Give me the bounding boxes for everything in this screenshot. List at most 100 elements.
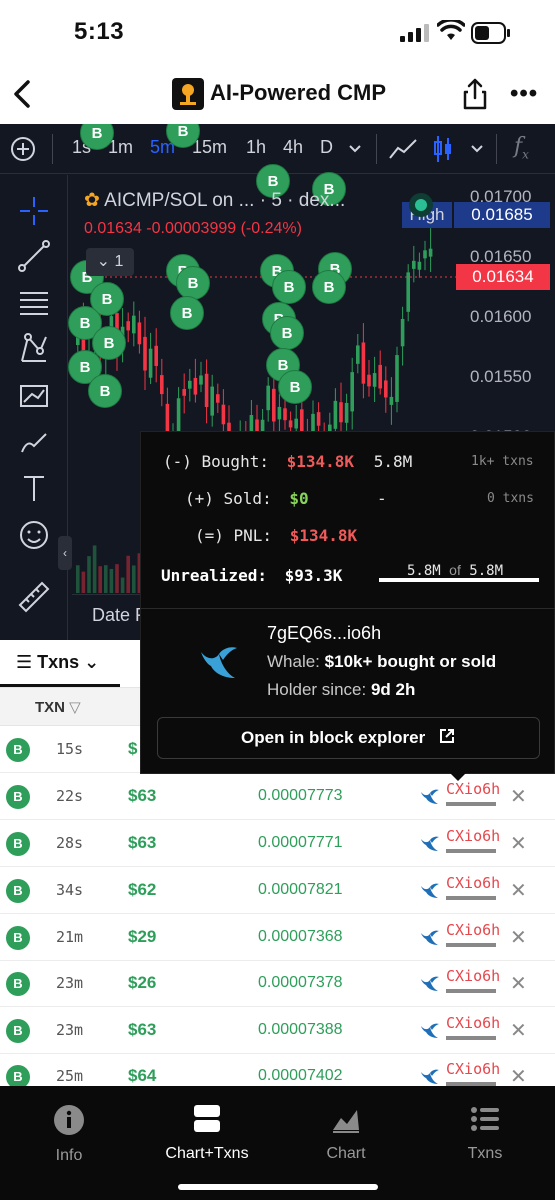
whale-icon: [421, 789, 439, 804]
symbol-legend[interactable]: ✿ AICMP/SOL on ... · 5 · dex...: [84, 189, 345, 212]
text-tool-icon[interactable]: [16, 471, 52, 507]
candle: [160, 375, 164, 395]
candlestick-icon[interactable]: [432, 134, 454, 164]
buy-marker[interactable]: B: [278, 370, 312, 404]
holding-fraction: 5.8M of 5.8M: [407, 562, 503, 579]
candle: [126, 321, 130, 331]
filter-icon[interactable]: ▽: [69, 699, 81, 716]
ruler-icon[interactable]: [16, 579, 52, 615]
maker-holding-bar: [446, 943, 496, 947]
buy-badge: B: [6, 785, 30, 809]
trader-address[interactable]: 7gEQ6s...io6h: [267, 623, 381, 644]
page-title: AI-Powered CMP: [210, 80, 387, 105]
txns-tab[interactable]: ☰ Txns ⌄: [16, 652, 99, 673]
fib-retracement-icon[interactable]: [16, 285, 52, 321]
maker-address[interactable]: CXio6h: [446, 1014, 500, 1032]
maker-address[interactable]: CXio6h: [446, 874, 500, 892]
table-row[interactable]: B 21m $29 0.00007368 CXio6h ✕: [0, 915, 555, 961]
sold-txns: 0 txns: [487, 491, 534, 506]
more-options-icon[interactable]: •••: [510, 80, 538, 108]
status-bar: 5:13: [0, 0, 555, 66]
unrealized-value: $93.3K: [284, 566, 343, 585]
buy-marker[interactable]: B: [170, 296, 204, 330]
emoji-icon[interactable]: [16, 517, 52, 553]
volume-bar: [126, 555, 130, 593]
remove-filter-icon[interactable]: ✕: [510, 1018, 527, 1043]
pattern-icon[interactable]: [16, 331, 52, 367]
whale-icon: [201, 647, 237, 678]
txn-price: 0.00007771: [258, 834, 343, 851]
txn-price: 0.00007773: [258, 787, 343, 804]
maker-address[interactable]: CXio6h: [446, 1060, 500, 1078]
table-row[interactable]: B 22s $63 0.00007773 CXio6h ✕: [0, 774, 555, 820]
add-indicator-icon[interactable]: [10, 136, 36, 162]
txn-price: 0.00007821: [258, 881, 343, 898]
nav-txns[interactable]: Txns: [416, 1104, 554, 1163]
prediction-icon[interactable]: [16, 378, 52, 414]
remove-filter-icon[interactable]: ✕: [510, 878, 527, 903]
line-chart-type-icon[interactable]: [388, 136, 418, 162]
volume-bar: [104, 565, 108, 593]
candle: [294, 418, 298, 429]
buy-marker[interactable]: B: [270, 316, 304, 350]
maker-address[interactable]: CXio6h: [446, 827, 500, 845]
price-tick: 0.01600: [470, 307, 532, 326]
maker-holding-bar: [446, 849, 496, 853]
timeframe-d[interactable]: D: [320, 137, 333, 158]
nav-info[interactable]: Info: [0, 1104, 138, 1165]
timeframe-4h[interactable]: 4h: [283, 137, 303, 158]
chevron-down-icon[interactable]: [348, 144, 362, 154]
table-row[interactable]: B 28s $63 0.00007771 CXio6h ✕: [0, 821, 555, 867]
whale-icon: [421, 883, 439, 898]
share-icon[interactable]: [460, 76, 490, 112]
txn-usd: $29: [128, 927, 157, 946]
trend-line-icon[interactable]: [16, 238, 52, 274]
pnl-label: (=) PNL:: [195, 526, 273, 545]
buy-marker[interactable]: B: [176, 266, 210, 300]
table-row[interactable]: B 23m $26 0.00007378 CXio6h ✕: [0, 961, 555, 1007]
crosshair-icon[interactable]: [16, 193, 52, 229]
nav-chart[interactable]: Chart: [277, 1104, 415, 1163]
timeframe-1h[interactable]: 1h: [246, 137, 266, 158]
brush-icon[interactable]: [16, 424, 52, 460]
maker-address[interactable]: CXio6h: [446, 967, 500, 985]
remove-filter-icon[interactable]: ✕: [510, 971, 527, 996]
legend-collapse-button[interactable]: ⌄ 1: [86, 248, 134, 276]
indicators-fx-icon[interactable]: fx: [514, 134, 529, 161]
table-row[interactable]: B 34s $62 0.00007821 CXio6h ✕: [0, 868, 555, 914]
candle: [372, 373, 377, 387]
home-indicator: [178, 1184, 378, 1190]
whale-icon: [421, 976, 439, 991]
open-block-explorer-button[interactable]: Open in block explorer: [157, 717, 540, 759]
remove-filter-icon[interactable]: ✕: [510, 925, 527, 950]
buy-marker[interactable]: B: [88, 374, 122, 408]
candle: [182, 389, 186, 396]
txn-price: 0.00007368: [258, 928, 343, 945]
volume-bar: [98, 566, 102, 593]
whale-icon: [421, 930, 439, 945]
col-txn[interactable]: TXN ▽: [35, 698, 81, 716]
buy-marker[interactable]: B: [272, 270, 306, 304]
maker-holding-bar: [446, 896, 496, 900]
nav-chart-txns[interactable]: Chart+Txns: [138, 1104, 276, 1163]
candle: [367, 374, 371, 387]
back-icon[interactable]: [8, 76, 40, 112]
buy-marker[interactable]: B: [312, 270, 346, 304]
wifi-icon: [437, 20, 465, 40]
remove-filter-icon[interactable]: ✕: [510, 784, 527, 809]
txn-usd: $64: [128, 1066, 157, 1085]
txn-age: 25m: [56, 1067, 84, 1085]
table-row[interactable]: B 23m $63 0.00007388 CXio6h ✕: [0, 1008, 555, 1054]
maker-address[interactable]: CXio6h: [446, 780, 500, 798]
whale-icon: [421, 836, 439, 851]
sold-label: (+) Sold:: [185, 489, 272, 508]
collapse-toolbar-handle[interactable]: ‹: [58, 536, 72, 570]
txn-age: 23m: [56, 1021, 84, 1039]
candle: [288, 420, 293, 428]
buy-badge: B: [6, 879, 30, 903]
chevron-down-icon[interactable]: [470, 144, 484, 154]
candle: [283, 408, 287, 421]
maker-address[interactable]: CXio6h: [446, 921, 500, 939]
remove-filter-icon[interactable]: ✕: [510, 831, 527, 856]
bought-label: (-) Bought:: [163, 452, 269, 471]
